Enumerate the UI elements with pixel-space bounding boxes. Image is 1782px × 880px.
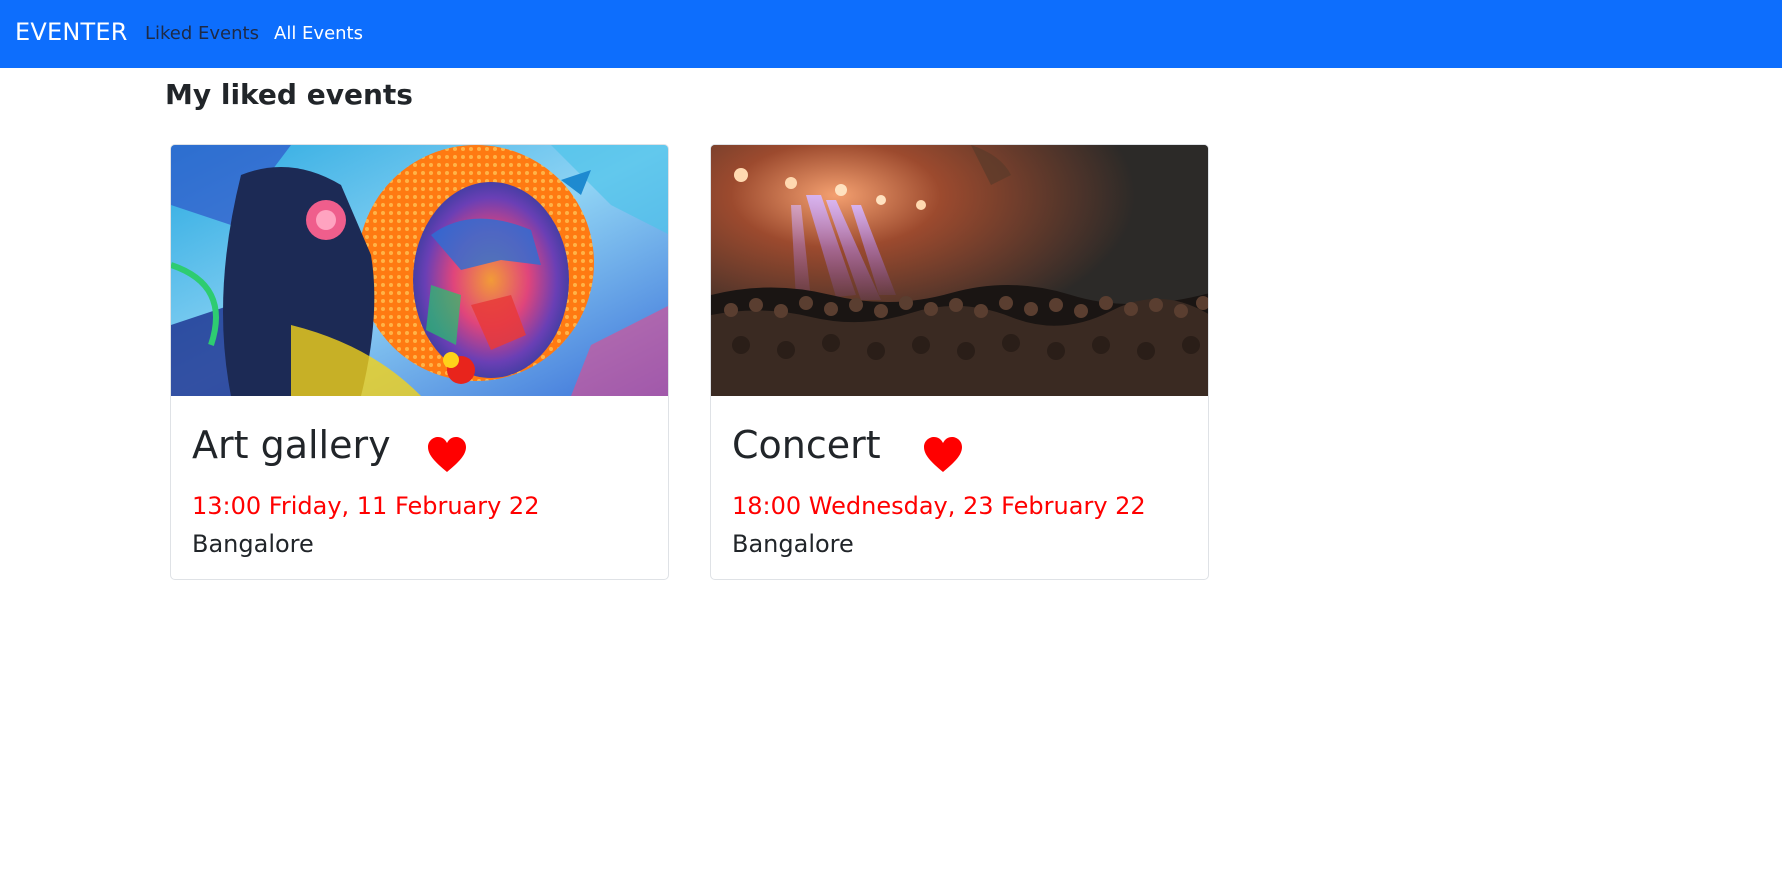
event-image-concert <box>711 145 1208 396</box>
nav-link-liked-events[interactable]: Liked Events <box>145 23 259 44</box>
nav-link-all-events[interactable]: All Events <box>274 23 363 44</box>
heart-icon[interactable] <box>923 436 963 474</box>
event-card-art-gallery: Art gallery 13:00 Friday, 11 February 22… <box>170 144 669 580</box>
event-location: Bangalore <box>192 530 314 558</box>
event-datetime: 13:00 Friday, 11 February 22 <box>192 492 540 520</box>
event-title: Art gallery <box>192 423 391 467</box>
navbar: EVENTER Liked Events All Events <box>0 0 1782 68</box>
page-title: My liked events <box>165 78 413 111</box>
event-card-concert: Concert 18:00 Wednesday, 23 February 22 … <box>710 144 1209 580</box>
heart-icon[interactable] <box>427 436 467 474</box>
event-image-art-gallery <box>171 145 668 396</box>
brand-logo[interactable]: EVENTER <box>15 18 128 46</box>
event-title: Concert <box>732 423 881 467</box>
event-datetime: 18:00 Wednesday, 23 February 22 <box>732 492 1146 520</box>
event-location: Bangalore <box>732 530 854 558</box>
